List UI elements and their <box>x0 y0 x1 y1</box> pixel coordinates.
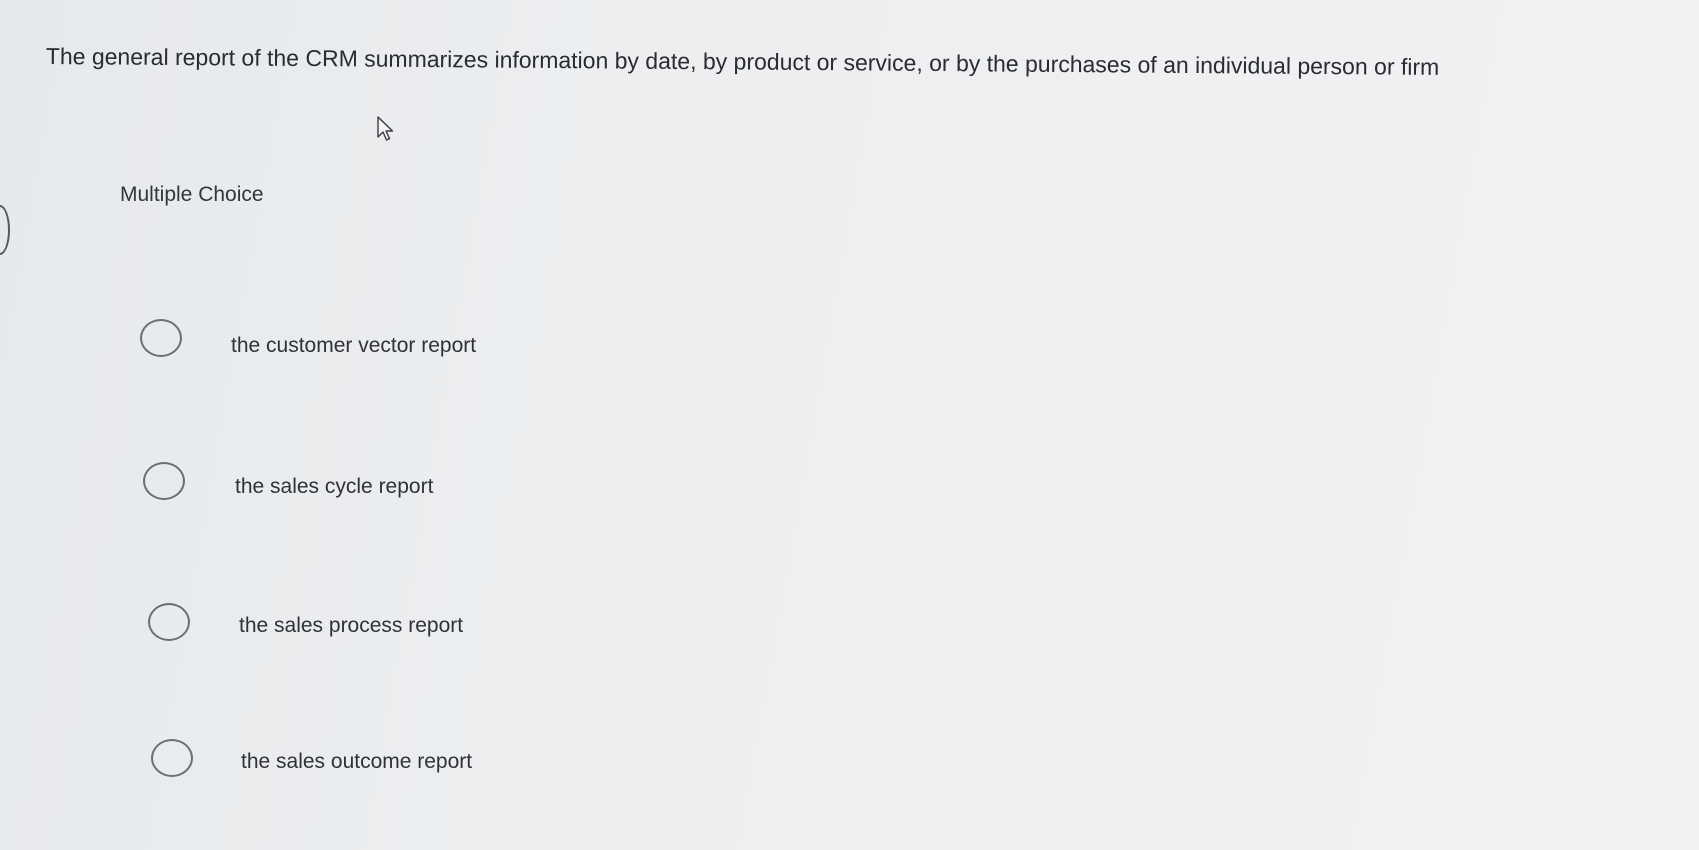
question-type-label: Multiple Choice <box>120 183 264 206</box>
radio-button-icon[interactable] <box>143 462 185 500</box>
question-text: The general report of the CRM summarizes… <box>45 42 1440 80</box>
radio-button-icon[interactable] <box>151 739 193 777</box>
mouse-pointer-icon <box>377 116 394 141</box>
radio-button-icon[interactable] <box>148 603 190 641</box>
answer-option-label[interactable]: the sales outcome report <box>241 750 472 774</box>
answer-option-label[interactable]: the sales cycle report <box>235 475 433 499</box>
radio-button-icon[interactable] <box>140 319 182 357</box>
answer-option-label[interactable]: the sales process report <box>239 614 463 638</box>
answer-option-label[interactable]: the customer vector report <box>231 334 476 358</box>
edge-control <box>0 205 10 255</box>
